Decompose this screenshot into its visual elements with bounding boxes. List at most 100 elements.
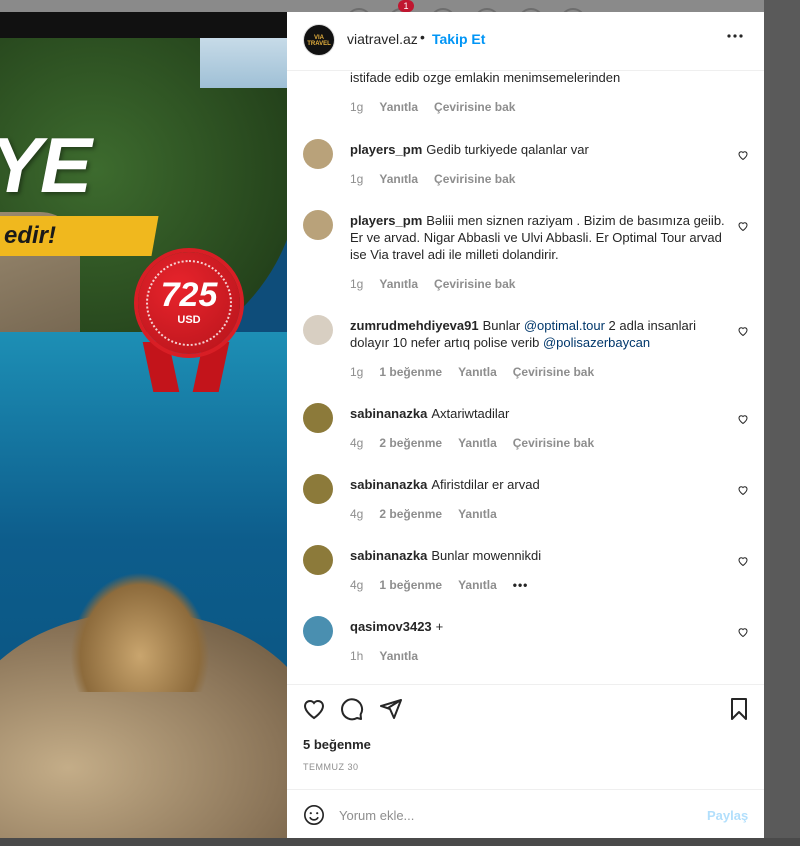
author-avatar[interactable]: VIA TRAVEL xyxy=(303,24,335,56)
comment-time: 4g xyxy=(350,436,364,450)
comment-time: 1g xyxy=(350,365,364,379)
comment-likes[interactable]: 1 beğenme xyxy=(379,365,442,379)
comment-time: 1g xyxy=(350,172,364,186)
post-image: YE edir! 725 USD xyxy=(0,12,287,838)
comment-like-heart-icon[interactable] xyxy=(737,626,749,638)
promo-band-text: edir! xyxy=(4,222,57,249)
commenter-avatar[interactable] xyxy=(303,545,333,575)
photo-top-bar xyxy=(0,12,287,38)
reply-link[interactable]: Yanıtla xyxy=(458,436,497,450)
photo-sky xyxy=(200,38,287,88)
comment-text: players_pm Gedib turkiyede qalanlar var xyxy=(350,141,725,158)
translate-link[interactable]: Çevirisine bak xyxy=(513,365,594,379)
comment-username[interactable]: sabinanazka xyxy=(350,548,427,563)
comment-likes[interactable]: 2 beğenme xyxy=(379,436,442,450)
comment-meta: 4g 2 beğenme Yanıtla Çevirisine bak xyxy=(350,436,610,450)
post-details-panel: VIA TRAVEL viatravel.az • Takip Et istif… xyxy=(287,12,764,838)
commenter-avatar[interactable] xyxy=(303,315,333,345)
reply-link[interactable]: Yanıtla xyxy=(379,649,418,663)
reply-link[interactable]: Yanıtla xyxy=(379,172,418,186)
comment-likes[interactable]: 1 beğenme xyxy=(379,578,442,592)
likes-count[interactable]: 5 beğenme xyxy=(303,737,371,752)
post-date: TEMMUZ 30 xyxy=(303,762,359,772)
comment-bubble-icon[interactable] xyxy=(340,697,364,721)
comment-username[interactable]: sabinanazka xyxy=(350,477,427,492)
comment-like-heart-icon[interactable] xyxy=(737,149,749,161)
price-badge: 725 USD xyxy=(138,252,240,354)
comment-like-heart-icon[interactable] xyxy=(737,555,749,567)
reply-link[interactable]: Yanıtla xyxy=(458,507,497,521)
comment-username[interactable]: sabinanazka xyxy=(350,406,427,421)
comment-composer: Paylaş xyxy=(287,789,764,840)
comment-text: qasimov3423 + xyxy=(350,618,725,635)
comment-time: 4g xyxy=(350,507,364,521)
comment-time: 4g xyxy=(350,578,364,592)
comment-meta: 1g Yanıtla Çevirisine bak xyxy=(350,277,531,291)
comment-like-heart-icon[interactable] xyxy=(737,413,749,425)
comment-input[interactable] xyxy=(339,804,679,826)
commenter-avatar[interactable] xyxy=(303,403,333,433)
comment-time: 1h xyxy=(350,649,364,663)
comment-like-heart-icon[interactable] xyxy=(737,325,749,337)
price-currency: USD xyxy=(177,314,201,326)
comment-meta: 4g 2 beğenme Yanıtla xyxy=(350,507,513,521)
comment-likes[interactable]: 2 beğenme xyxy=(379,507,442,521)
comment-time: 1g xyxy=(350,277,364,291)
reply-link[interactable]: Yanıtla xyxy=(458,365,497,379)
reply-link[interactable]: Yanıtla xyxy=(458,578,497,592)
reply-link[interactable]: Yanıtla xyxy=(379,100,418,114)
post-header: VIA TRAVEL viatravel.az • Takip Et xyxy=(287,12,764,71)
comment-text: sabinanazka Bunlar mowennikdi xyxy=(350,547,725,564)
promo-headline: YE xyxy=(0,121,92,209)
comment-text: sabinanazka Axtariwtadilar xyxy=(350,405,725,422)
follow-button[interactable]: Takip Et xyxy=(432,31,485,47)
more-options-icon[interactable] xyxy=(725,26,745,52)
comment-body: Gedib turkiyede qalanlar var xyxy=(426,142,589,157)
comment-time: 1g xyxy=(350,100,364,114)
post-actions: 5 beğenme TEMMUZ 30 Paylaş xyxy=(287,684,764,839)
price-value: 725 xyxy=(160,276,218,314)
comment-body: Bunlar mowennikdi xyxy=(431,548,542,563)
translate-link[interactable]: Çevirisine bak xyxy=(513,436,594,450)
bookmark-icon[interactable] xyxy=(727,697,751,721)
comment-meta: 1h Yanıtla xyxy=(350,649,434,663)
comments-list[interactable]: istifade edib ozge emlakin menimsemeleri… xyxy=(287,70,764,684)
mention-link[interactable]: @polisazerbaycan xyxy=(543,335,650,350)
like-heart-icon[interactable] xyxy=(302,697,326,721)
commenter-avatar[interactable] xyxy=(303,474,333,504)
comment-username[interactable]: players_pm xyxy=(350,213,422,228)
translate-link[interactable]: Çevirisine bak xyxy=(434,172,515,186)
header-separator: • xyxy=(420,29,425,45)
comment-body: Afiristdilar er arvad xyxy=(431,477,540,492)
reply-link[interactable]: Yanıtla xyxy=(379,277,418,291)
commenter-avatar[interactable] xyxy=(303,616,333,646)
comment-body: Axtariwtadilar xyxy=(431,406,510,421)
translate-link[interactable]: Çevirisine bak xyxy=(434,100,515,114)
comment-meta: 1g 1 beğenme Yanıtla Çevirisine bak xyxy=(350,365,610,379)
comment-meta: 4g 1 beğenme Yanıtla ••• xyxy=(350,578,544,592)
commenter-avatar[interactable] xyxy=(303,210,333,240)
comment-body: + xyxy=(435,619,444,634)
notification-badge: 1 xyxy=(398,0,414,12)
comment-like-heart-icon[interactable] xyxy=(737,220,749,232)
translate-link[interactable]: Çevirisine bak xyxy=(434,277,515,291)
mention-link[interactable]: @optimal.tour xyxy=(524,318,605,333)
comment-username[interactable]: players_pm xyxy=(350,142,422,157)
author-username[interactable]: viatravel.az xyxy=(347,31,418,47)
emoji-icon[interactable] xyxy=(303,804,325,826)
comment-text: istifade edib ozge emlakin menimsemeleri… xyxy=(350,70,621,85)
comment-body-start: Bunlar xyxy=(482,318,524,333)
comment-text: players_pm Bəliii men siznen raziyam . Bi… xyxy=(350,212,725,263)
comment-meta: 1g Yanıtla Çevirisine bak xyxy=(350,172,531,186)
post-comment-button[interactable]: Paylaş xyxy=(707,808,748,823)
comment-username[interactable]: zumrudmehdiyeva91 xyxy=(350,318,479,333)
comment-more-options[interactable]: ••• xyxy=(513,578,529,592)
comment-like-heart-icon[interactable] xyxy=(737,484,749,496)
commenter-avatar[interactable] xyxy=(303,139,333,169)
comment-username[interactable]: qasimov3423 xyxy=(350,619,432,634)
comment-meta: 1g Yanıtla Çevirisine bak xyxy=(350,100,531,114)
share-send-icon[interactable] xyxy=(379,697,403,721)
comment-text: sabinanazka Afiristdilar er arvad xyxy=(350,476,725,493)
overlay-backdrop-right[interactable] xyxy=(764,0,800,846)
comment-text: zumrudmehdiyeva91 Bunlar @optimal.tour 2 … xyxy=(350,317,725,351)
